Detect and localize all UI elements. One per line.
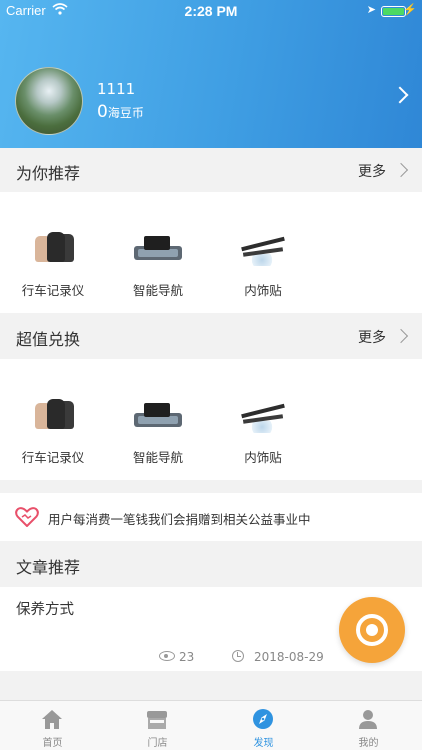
recommend-section-header: 为你推荐 更多 — [0, 148, 422, 192]
home-icon — [42, 710, 62, 729]
product-label: 内饰贴 — [244, 283, 282, 298]
article-title: 保养方式 — [16, 602, 74, 618]
mirror-navigation-icon — [132, 399, 184, 435]
store-icon — [147, 711, 167, 729]
car-seat-cover-icon — [31, 399, 75, 435]
product-item[interactable]: 内饰贴 — [213, 232, 313, 299]
product-label: 行车记录仪 — [21, 283, 85, 298]
article-views: 23 — [179, 650, 195, 664]
tab-discover[interactable]: 发现 — [211, 701, 316, 750]
exchange-section-header: 超值兑换 更多 — [0, 314, 422, 358]
wiper-blade-icon — [239, 399, 287, 435]
tab-home[interactable]: 首页 — [0, 701, 105, 750]
coin-label: 海豆币 — [107, 106, 144, 120]
chevron-right-icon[interactable] — [391, 86, 409, 104]
status-time: 2:28 PM — [184, 3, 238, 19]
product-label: 内饰贴 — [244, 450, 282, 465]
chevron-right-icon — [393, 328, 409, 344]
recommend-products: 行车记录仪 智能导航 内饰贴 — [0, 192, 422, 313]
coin-value: 0 — [97, 102, 108, 122]
tab-bar: 首页 门店 发现 我的 — [0, 700, 422, 750]
tab-label: 发现 — [253, 738, 274, 749]
clock-icon — [232, 650, 244, 662]
steering-wheel-fab[interactable] — [339, 597, 405, 663]
exchange-title: 超值兑换 — [16, 330, 81, 349]
compass-icon — [253, 709, 273, 729]
tab-label: 门店 — [147, 738, 168, 749]
username: 1111 — [97, 80, 136, 98]
coin-balance: 0海豆币 — [97, 102, 144, 122]
articles-title: 文章推荐 — [16, 558, 81, 577]
tab-profile[interactable]: 我的 — [316, 701, 421, 750]
recommend-title: 为你推荐 — [16, 164, 81, 183]
product-item[interactable]: 智能导航 — [108, 399, 208, 466]
more-label: 更多 — [358, 164, 386, 180]
wiper-blade-icon — [239, 232, 287, 268]
car-seat-cover-icon — [31, 232, 75, 268]
product-label: 智能导航 — [132, 450, 183, 465]
tab-label: 我的 — [358, 738, 379, 749]
exchange-more-link[interactable]: 更多 — [358, 327, 409, 346]
product-label: 智能导航 — [132, 283, 183, 298]
eye-icon — [159, 651, 175, 661]
mirror-navigation-icon — [132, 232, 184, 268]
tab-label: 首页 — [42, 738, 63, 749]
battery-icon — [381, 6, 406, 17]
recommend-more-link[interactable]: 更多 — [358, 161, 409, 180]
charity-text: 用户每消费一笔钱我们会捐赠到相关公益事业中 — [48, 512, 311, 527]
article-date: 2018-08-29 — [254, 650, 324, 664]
user-icon — [359, 710, 377, 729]
articles-section-header: 文章推荐 — [0, 542, 422, 586]
location-arrow-icon: ➤ — [366, 4, 376, 16]
profile-header: Carrier 2:28 PM ➤ ⚡ 1111 0海豆币 — [0, 0, 422, 148]
charity-banner[interactable]: 用户每消费一笔钱我们会捐赠到相关公益事业中 — [0, 493, 422, 541]
product-item[interactable]: 行车记录仪 — [3, 399, 103, 466]
charging-bolt-icon: ⚡ — [403, 4, 417, 16]
chevron-right-icon — [393, 162, 409, 178]
tab-store[interactable]: 门店 — [105, 701, 210, 750]
product-item[interactable]: 行车记录仪 — [3, 232, 103, 299]
product-item[interactable]: 智能导航 — [108, 232, 208, 299]
status-bar: Carrier 2:28 PM ➤ ⚡ — [0, 0, 422, 22]
avatar[interactable] — [15, 67, 83, 135]
more-label: 更多 — [358, 330, 386, 346]
product-item[interactable]: 内饰贴 — [213, 399, 313, 466]
heart-icon — [15, 507, 39, 527]
exchange-products: 行车记录仪 智能导航 内饰贴 — [0, 359, 422, 480]
product-label: 行车记录仪 — [21, 450, 85, 465]
